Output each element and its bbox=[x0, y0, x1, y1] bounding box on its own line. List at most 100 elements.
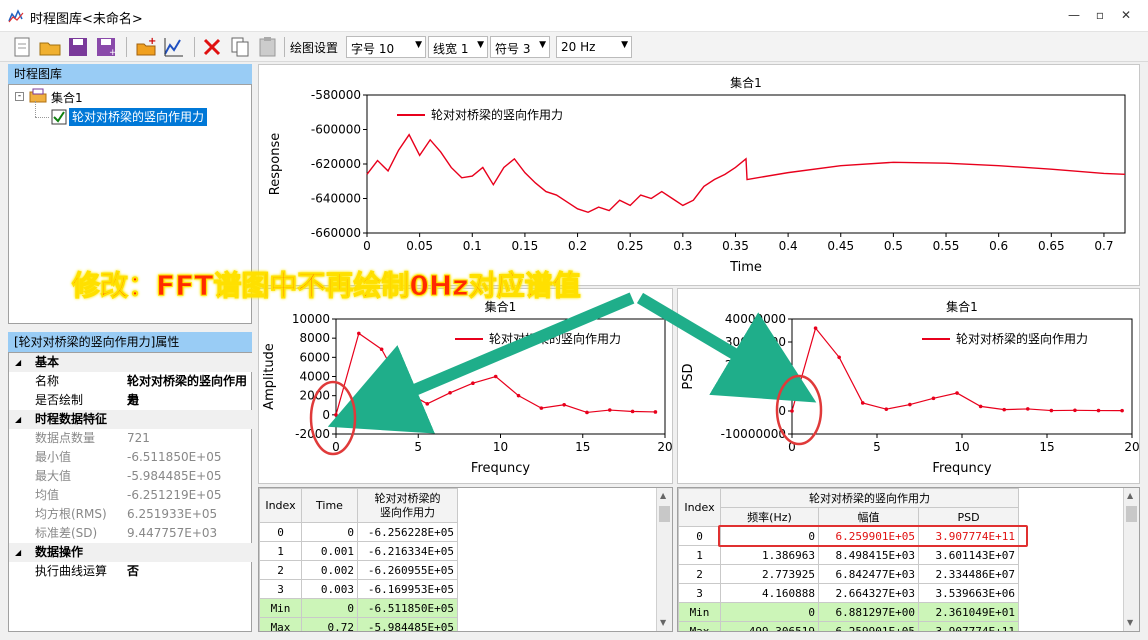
data-point bbox=[978, 404, 983, 409]
stat-row[interactable]: Max 499.306519 6.259901E+05 3.907774E+11 bbox=[678, 621, 1019, 631]
x-tick-label: 0.65 bbox=[1038, 239, 1065, 253]
table-row[interactable]: 0 0 -6.256228E+05 bbox=[259, 522, 458, 542]
property-row[interactable]: 数据点数量 721 bbox=[9, 429, 253, 448]
col-psd: PSD bbox=[918, 507, 1019, 527]
collapse-arrow-icon: ◢ bbox=[15, 548, 22, 557]
data-point bbox=[860, 401, 865, 405]
x-tick-label: 0.6 bbox=[989, 239, 1008, 253]
group-header: 轮对对桥梁的竖向作用力 bbox=[720, 488, 1019, 508]
y-tick-label: 40000000 bbox=[725, 312, 786, 326]
series-line bbox=[366, 133, 1126, 214]
close-icon[interactable]: ✕ bbox=[1116, 6, 1136, 24]
vertical-scrollbar[interactable]: ▲ ▼ bbox=[1123, 488, 1139, 631]
property-category[interactable]: ◢ 时程数据特征 bbox=[9, 410, 253, 429]
collapse-arrow-icon: ◢ bbox=[15, 415, 22, 424]
x-tick-label: 5 bbox=[414, 440, 422, 454]
x-tick-label: 10 bbox=[954, 440, 969, 454]
table-row[interactable]: 2 2.773925 6.842477E+03 2.334486E+07 bbox=[678, 564, 1019, 584]
tree-group-label[interactable]: 集合1 bbox=[51, 89, 83, 106]
stat-row[interactable]: Max 0.72 -5.984485E+05 bbox=[259, 617, 458, 631]
table-row[interactable]: 3 4.160888 2.664327E+03 3.539663E+06 bbox=[678, 583, 1019, 603]
toolbar-separator bbox=[194, 37, 195, 57]
x-tick-label: 10 bbox=[493, 440, 508, 454]
data-point bbox=[448, 390, 452, 395]
minimize-icon[interactable]: — bbox=[1064, 6, 1084, 24]
save-as-icon[interactable]: + bbox=[94, 35, 118, 59]
paste-icon[interactable] bbox=[256, 35, 280, 59]
collapse-toggle[interactable]: - bbox=[15, 92, 24, 101]
stat-row[interactable]: Min 0 6.881297E+00 2.361049E+01 bbox=[678, 602, 1019, 622]
data-point bbox=[955, 391, 959, 395]
property-row[interactable]: 均方根(RMS) 6.251933E+05 bbox=[9, 505, 253, 524]
x-tick-label: 15 bbox=[575, 440, 590, 454]
toolbar-separator bbox=[284, 37, 285, 57]
time-data-table: Index Time 轮对对桥梁的 竖向作用力 0 0 -6.256228E+05 1… bbox=[258, 487, 673, 632]
y-tick-label: -10000000 bbox=[721, 427, 786, 441]
data-point bbox=[402, 389, 407, 393]
data-point bbox=[379, 347, 384, 352]
legend-label: 轮对对桥梁的竖向作用力 bbox=[956, 331, 1088, 346]
vertical-scrollbar[interactable]: ▲ ▼ bbox=[656, 488, 672, 631]
x-tick-label: 0 bbox=[363, 239, 371, 253]
data-point bbox=[516, 393, 521, 398]
add-curve-icon[interactable] bbox=[162, 35, 186, 59]
data-point bbox=[425, 402, 430, 406]
chevron-down-icon: ▼ bbox=[621, 40, 628, 50]
save-icon[interactable] bbox=[66, 35, 90, 59]
checkbox-checked-icon[interactable] bbox=[51, 109, 67, 125]
symbol-select[interactable]: 符号 3 ▼ bbox=[490, 36, 550, 58]
new-file-icon[interactable] bbox=[10, 35, 34, 59]
property-row[interactable]: 均值 -6.251219E+05 bbox=[9, 486, 253, 505]
highlight-box bbox=[718, 525, 1028, 547]
table-row[interactable]: 3 0.003 -6.169953E+05 bbox=[259, 579, 458, 599]
property-row[interactable]: 最大值 -5.984485E+05 bbox=[9, 467, 253, 486]
property-row[interactable]: 是否绘制是 bbox=[9, 391, 253, 410]
font-size-select[interactable]: 字号 10 ▼ bbox=[346, 36, 426, 58]
group-folder-icon bbox=[29, 88, 47, 103]
property-row[interactable]: 执行曲线运算否 bbox=[9, 562, 253, 581]
property-category[interactable]: ◢ 基本 bbox=[9, 353, 253, 372]
stat-row[interactable]: Min 0 -6.511850E+05 bbox=[259, 598, 458, 618]
line-width-select[interactable]: 线宽 1 ▼ bbox=[428, 36, 488, 58]
open-folder-icon[interactable] bbox=[38, 35, 62, 59]
y-tick-label: 10000000 bbox=[725, 381, 786, 395]
x-tick-label: 20 bbox=[1124, 440, 1139, 454]
tree-item-selected[interactable]: 轮对对桥梁的竖向作用力 bbox=[69, 108, 208, 126]
frequency-select[interactable]: 20 Hz ▼ bbox=[556, 36, 632, 58]
legend-label: 轮对对桥梁的竖向作用力 bbox=[431, 107, 563, 122]
y-tick-label: 2000 bbox=[299, 389, 330, 403]
restore-icon[interactable]: ▫ bbox=[1090, 6, 1110, 24]
add-group-icon[interactable]: + bbox=[134, 35, 158, 59]
tree-panel-header: 时程图库 bbox=[8, 64, 252, 84]
chevron-down-icon: ▼ bbox=[415, 40, 422, 50]
data-point bbox=[908, 402, 912, 407]
table-row[interactable]: 2 0.002 -6.260955E+05 bbox=[259, 560, 458, 580]
property-row[interactable]: 名称 轮对对桥梁的竖向作用力 bbox=[9, 372, 253, 407]
data-point bbox=[334, 413, 338, 417]
y-tick-label: -620000 bbox=[311, 157, 361, 171]
x-tick-label: 0.05 bbox=[406, 239, 433, 253]
y-tick-label: -580000 bbox=[311, 88, 361, 102]
table-row[interactable]: 1 0.001 -6.216334E+05 bbox=[259, 541, 458, 561]
x-tick-label: 15 bbox=[1039, 440, 1054, 454]
data-point bbox=[1073, 408, 1077, 413]
copy-icon[interactable] bbox=[228, 35, 252, 59]
y-tick-label: 10000 bbox=[292, 312, 330, 326]
y-tick-label: -660000 bbox=[311, 226, 361, 240]
x-tick-label: 20 bbox=[657, 440, 672, 454]
delete-icon[interactable] bbox=[200, 35, 224, 59]
data-point bbox=[539, 406, 544, 410]
y-axis-label: Amplitude bbox=[262, 343, 277, 410]
legend-label: 轮对对桥梁的竖向作用力 bbox=[489, 331, 621, 346]
property-category[interactable]: ◢ 数据操作 bbox=[9, 543, 253, 562]
data-point bbox=[630, 409, 635, 414]
data-point bbox=[585, 410, 589, 415]
table-row[interactable]: 1 1.386963 8.498415E+03 3.601143E+07 bbox=[678, 545, 1019, 565]
x-axis-label: Frequncy bbox=[932, 461, 991, 476]
property-row[interactable]: 标准差(SD) 9.447757E+03 bbox=[9, 524, 253, 543]
data-point bbox=[653, 410, 658, 414]
property-row[interactable]: 最小值 -6.511850E+05 bbox=[9, 448, 253, 467]
col-index: Index bbox=[259, 488, 302, 523]
data-point bbox=[1025, 407, 1030, 411]
props-panel-header: [轮对对桥梁的竖向作用力]属性 bbox=[8, 332, 252, 352]
